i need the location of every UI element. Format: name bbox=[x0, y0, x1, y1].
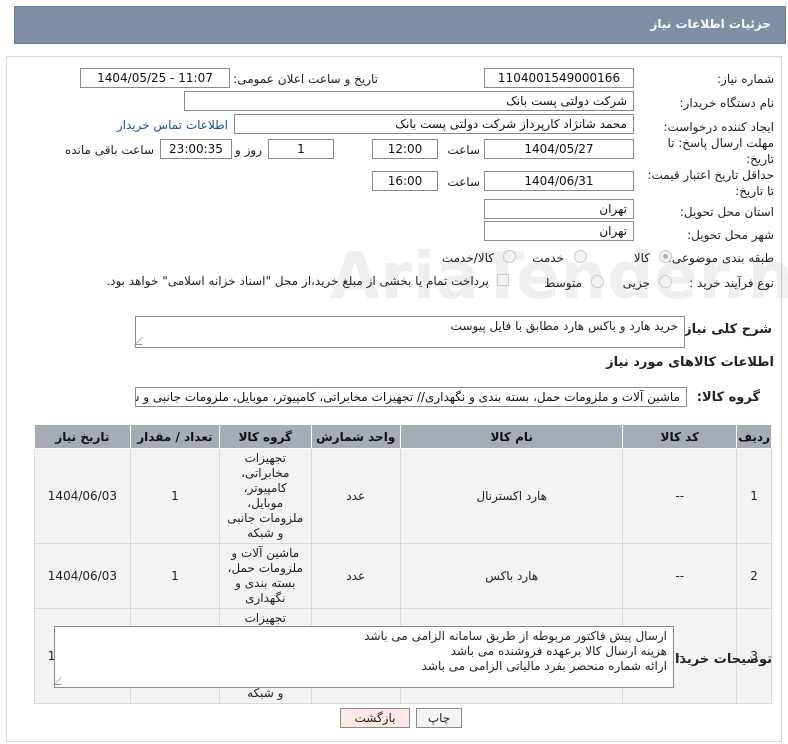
reply-days-label: روز و bbox=[235, 143, 262, 157]
print-button[interactable]: چاپ bbox=[416, 708, 462, 728]
buyer-org-field: شرکت دولتی پست بانک bbox=[184, 91, 634, 111]
price-validity-time-field: 16:00 bbox=[372, 171, 438, 191]
description-label: شرح کلی نیاز: bbox=[678, 322, 772, 337]
category-goods-label: کالا bbox=[633, 251, 650, 265]
reply-date-field: 1404/05/27 bbox=[484, 139, 634, 159]
treasury-payment-note: پرداخت تمام یا بخشی از مبلغ خرید،از محل … bbox=[106, 274, 489, 288]
page-header: جزئیات اطلاعات نیاز bbox=[14, 6, 786, 44]
province-field: تهران bbox=[484, 199, 634, 219]
announce-label: تاریخ و ساعت اعلان عمومی: bbox=[233, 72, 378, 86]
cell-qty: 1 bbox=[129, 543, 221, 609]
cell-name: هارد اکسترنال bbox=[399, 448, 624, 544]
col-row-header: ردیف bbox=[736, 424, 772, 449]
reply-time-label: ساعت bbox=[447, 143, 480, 157]
back-button[interactable]: بازگشت bbox=[340, 708, 410, 728]
col-code-header: کد کالا bbox=[622, 424, 738, 449]
page-title: جزئیات اطلاعات نیاز bbox=[650, 17, 771, 31]
table-row: 2 -- هارد باکس عدد ماشین آلات و ملزومات … bbox=[34, 543, 772, 609]
col-date-header: تاریخ نیاز bbox=[34, 424, 131, 449]
buyer-notes-label: توضیحات خریدار: bbox=[662, 652, 772, 667]
cell-date: 1404/06/03 bbox=[34, 448, 131, 544]
cell-name: هارد باکس bbox=[399, 543, 624, 609]
cell-unit: عدد bbox=[310, 448, 401, 544]
reply-days-field: 1 bbox=[268, 139, 334, 159]
cell-group: ماشین آلات و ملزومات حمل، بسته بندی و نگ… bbox=[219, 543, 312, 609]
buyer-note-line: ارائه شماره منحصر بفرد مالیاتی الزامی می… bbox=[421, 659, 667, 673]
description-text: خرید هارد و باکس هارد مطابق با فایل پیوس… bbox=[450, 319, 678, 333]
buyer-org-label: نام دستگاه خریدار: bbox=[679, 96, 775, 110]
category-goods-radio[interactable] bbox=[659, 250, 672, 263]
remaining-time-label: ساعت باقی مانده bbox=[64, 143, 154, 157]
treasury-payment-checkbox[interactable] bbox=[497, 274, 509, 286]
col-name-header: نام کالا bbox=[399, 424, 624, 449]
cell-qty: 1 bbox=[129, 448, 221, 544]
purchase-minor-radio[interactable] bbox=[659, 275, 672, 288]
table-row: 1 -- هارد اکسترنال عدد تجهیزات مخابراتی،… bbox=[34, 448, 772, 544]
category-goods-service-radio[interactable] bbox=[503, 250, 516, 263]
need-number-label: شماره نیاز: bbox=[717, 72, 774, 86]
need-number-field: 1104001549000166 bbox=[484, 68, 634, 88]
cell-group: تجهیزات مخابراتی، کامپیوتر، موبایل، ملزو… bbox=[219, 448, 312, 544]
cell-unit: عدد bbox=[310, 543, 401, 609]
price-validity-label-2: تا تاریخ: bbox=[735, 184, 774, 198]
goods-info-title: اطلاعات کالاهای مورد نیاز bbox=[606, 355, 774, 370]
creator-field: محمد شانژاد کارپرداز شرکت دولتی پست بانک bbox=[234, 114, 634, 134]
cell-row: 1 bbox=[736, 448, 772, 544]
buyer-note-line: ارسال پیش فاکتور مربوطه از طریق سامانه ا… bbox=[364, 629, 667, 643]
reply-deadline-label-2: تاریخ: bbox=[746, 152, 774, 166]
cell-date: 1404/06/03 bbox=[34, 543, 131, 609]
remaining-time-field: 23:00:35 bbox=[160, 139, 232, 159]
province-label: استان محل تحویل: bbox=[679, 205, 774, 219]
goods-group-label: گروه کالا: bbox=[696, 390, 760, 405]
goods-group-field: ماشین آلات و ملزومات حمل، بسته بندی و نگ… bbox=[135, 387, 687, 407]
cell-row: 2 bbox=[736, 543, 772, 609]
col-qty-header: تعداد / مقدار bbox=[129, 424, 221, 449]
resize-grip-icon[interactable] bbox=[53, 677, 69, 685]
reply-deadline-label-1: مهلت ارسال پاسخ: تا bbox=[667, 136, 774, 150]
buyer-notes-textarea[interactable]: ارسال پیش فاکتور مربوطه از طریق سامانه ا… bbox=[53, 626, 674, 688]
category-goods-service-label: کالا/خدمت bbox=[441, 251, 494, 265]
col-group-header: گروه کالا bbox=[219, 424, 312, 449]
city-field: تهران bbox=[484, 221, 634, 241]
category-service-radio[interactable] bbox=[574, 250, 587, 263]
category-service-label: خدمت bbox=[532, 251, 564, 265]
col-unit-header: واحد شمارش bbox=[310, 424, 401, 449]
purchase-medium-radio[interactable] bbox=[591, 275, 604, 288]
price-validity-time-label: ساعت bbox=[447, 175, 480, 189]
announce-field: 1404/05/25 - 11:07 bbox=[80, 68, 230, 88]
cell-code: -- bbox=[622, 448, 738, 544]
resize-grip-icon[interactable] bbox=[134, 337, 150, 345]
description-textarea[interactable]: خرید هارد و باکس هارد مطابق با فایل پیوس… bbox=[134, 316, 685, 348]
purchase-medium-label: متوسط bbox=[544, 276, 582, 290]
purchase-minor-label: جزیی bbox=[622, 276, 650, 290]
category-label: طبقه بندی موضوعی: bbox=[667, 251, 774, 265]
price-validity-date-field: 1404/06/31 bbox=[484, 171, 634, 191]
table-header-row: ردیف کد کالا نام کالا واحد شمارش گروه کا… bbox=[34, 424, 772, 449]
price-validity-label-1: حداقل تاریخ اعتبار قیمت: bbox=[647, 168, 774, 182]
reply-time-field: 12:00 bbox=[372, 139, 438, 159]
city-label: شهر محل تحویل: bbox=[687, 228, 774, 242]
purchase-type-label: نوع فرآیند خرید : bbox=[689, 276, 774, 290]
buyer-contact-link[interactable]: اطلاعات تماس خریدار bbox=[117, 118, 228, 132]
cell-code: -- bbox=[622, 543, 738, 609]
creator-label: ایجاد کننده درخواست: bbox=[663, 120, 774, 134]
buyer-note-line: هزینه ارسال کالا برعهده فروشنده می باشد bbox=[450, 644, 667, 658]
